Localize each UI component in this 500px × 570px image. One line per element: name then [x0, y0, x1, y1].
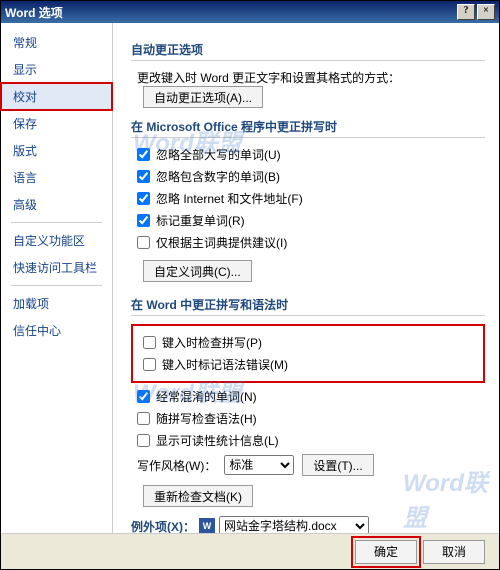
- label-with-spell: 随拼写检查语法(H): [156, 410, 257, 427]
- checkbox-with-spell[interactable]: [137, 412, 150, 425]
- checkbox-ignore-internet[interactable]: [137, 192, 150, 205]
- checkbox-repeat[interactable]: [137, 214, 150, 227]
- sidebar: 常规 显示 校对 保存 版式 语言 高级 自定义功能区 快速访问工具栏 加载项 …: [1, 23, 113, 533]
- highlight-box-spellgrammar: 键入时检查拼写(P) 键入时标记语法错误(M): [131, 324, 485, 383]
- checkbox-stats[interactable]: [137, 434, 150, 447]
- sidebar-item-general[interactable]: 常规: [1, 29, 112, 56]
- label-check-grammar: 键入时标记语法错误(M): [162, 356, 288, 373]
- label-ignore-internet: 忽略 Internet 和文件地址(F): [156, 190, 303, 207]
- sidebar-item-save[interactable]: 保存: [1, 110, 112, 137]
- sidebar-item-layout[interactable]: 版式: [1, 137, 112, 164]
- section-wordcheck-title: 在 Word 中更正拼写和语法时: [131, 296, 485, 316]
- sidebar-item-trust-center[interactable]: 信任中心: [1, 317, 112, 344]
- autocorrect-options-button[interactable]: 自动更正选项(A)...: [143, 86, 263, 108]
- sidebar-item-display[interactable]: 显示: [1, 56, 112, 83]
- sidebar-item-addins[interactable]: 加载项: [1, 290, 112, 317]
- section-exceptions: 例外项(X)： W 网站金字塔结构.docx: [131, 516, 485, 533]
- exceptions-label: 例外项(X)：: [131, 518, 195, 534]
- label-ignore-upper: 忽略全部大写的单词(U): [156, 146, 281, 163]
- label-confused: 经常混淆的单词(N): [156, 388, 257, 405]
- recheck-doc-button[interactable]: 重新检查文档(K): [143, 485, 253, 507]
- dialog-footer: 确定 取消: [1, 533, 499, 569]
- word-doc-icon: W: [199, 518, 215, 533]
- cancel-button[interactable]: 取消: [423, 540, 485, 564]
- autocorrect-intro: 更改键入时 Word 更正文字和设置其格式的方式：: [137, 69, 400, 86]
- custom-dict-button[interactable]: 自定义词典(C)...: [143, 260, 252, 282]
- sidebar-item-language[interactable]: 语言: [1, 164, 112, 191]
- content-panel[interactable]: Word联盟 Word联盟 Word联盟 自动更正选项 更改键入时 Word 更…: [113, 23, 499, 533]
- label-repeat: 标记重复单词(R): [156, 212, 245, 229]
- sidebar-item-proofing[interactable]: 校对: [1, 83, 112, 110]
- ok-button[interactable]: 确定: [355, 540, 417, 564]
- writing-style-select[interactable]: 标准: [224, 455, 294, 475]
- checkbox-confused[interactable]: [137, 390, 150, 403]
- window-title: Word 选项: [5, 4, 455, 21]
- exceptions-doc-select[interactable]: 网站金字塔结构.docx: [219, 516, 369, 533]
- help-button[interactable]: ?: [457, 4, 475, 20]
- label-ignore-number: 忽略包含数字的单词(B): [156, 168, 280, 185]
- checkbox-ignore-number[interactable]: [137, 170, 150, 183]
- section-office-title: 在 Microsoft Office 程序中更正拼写时: [131, 118, 485, 138]
- label-check-spell: 键入时检查拼写(P): [162, 334, 262, 351]
- settings-button[interactable]: 设置(T)...: [302, 454, 373, 476]
- titlebar: Word 选项 ? ×: [1, 1, 499, 23]
- checkbox-ignore-upper[interactable]: [137, 148, 150, 161]
- sidebar-item-quick-access[interactable]: 快速访问工具栏: [1, 254, 112, 281]
- section-autocorrect-title: 自动更正选项: [131, 41, 485, 61]
- writing-style-label: 写作风格(W)：: [137, 457, 216, 474]
- close-button[interactable]: ×: [477, 4, 495, 20]
- label-stats: 显示可读性统计信息(L): [156, 432, 279, 449]
- label-mainlex: 仅根据主词典提供建议(I): [156, 234, 287, 251]
- checkbox-check-spell[interactable]: [143, 336, 156, 349]
- sidebar-item-customize-ribbon[interactable]: 自定义功能区: [1, 227, 112, 254]
- sidebar-item-advanced[interactable]: 高级: [1, 191, 112, 218]
- checkbox-mainlex[interactable]: [137, 236, 150, 249]
- word-options-dialog: Word 选项 ? × 常规 显示 校对 保存 版式 语言 高级 自定义功能区 …: [0, 0, 500, 570]
- checkbox-check-grammar[interactable]: [143, 358, 156, 371]
